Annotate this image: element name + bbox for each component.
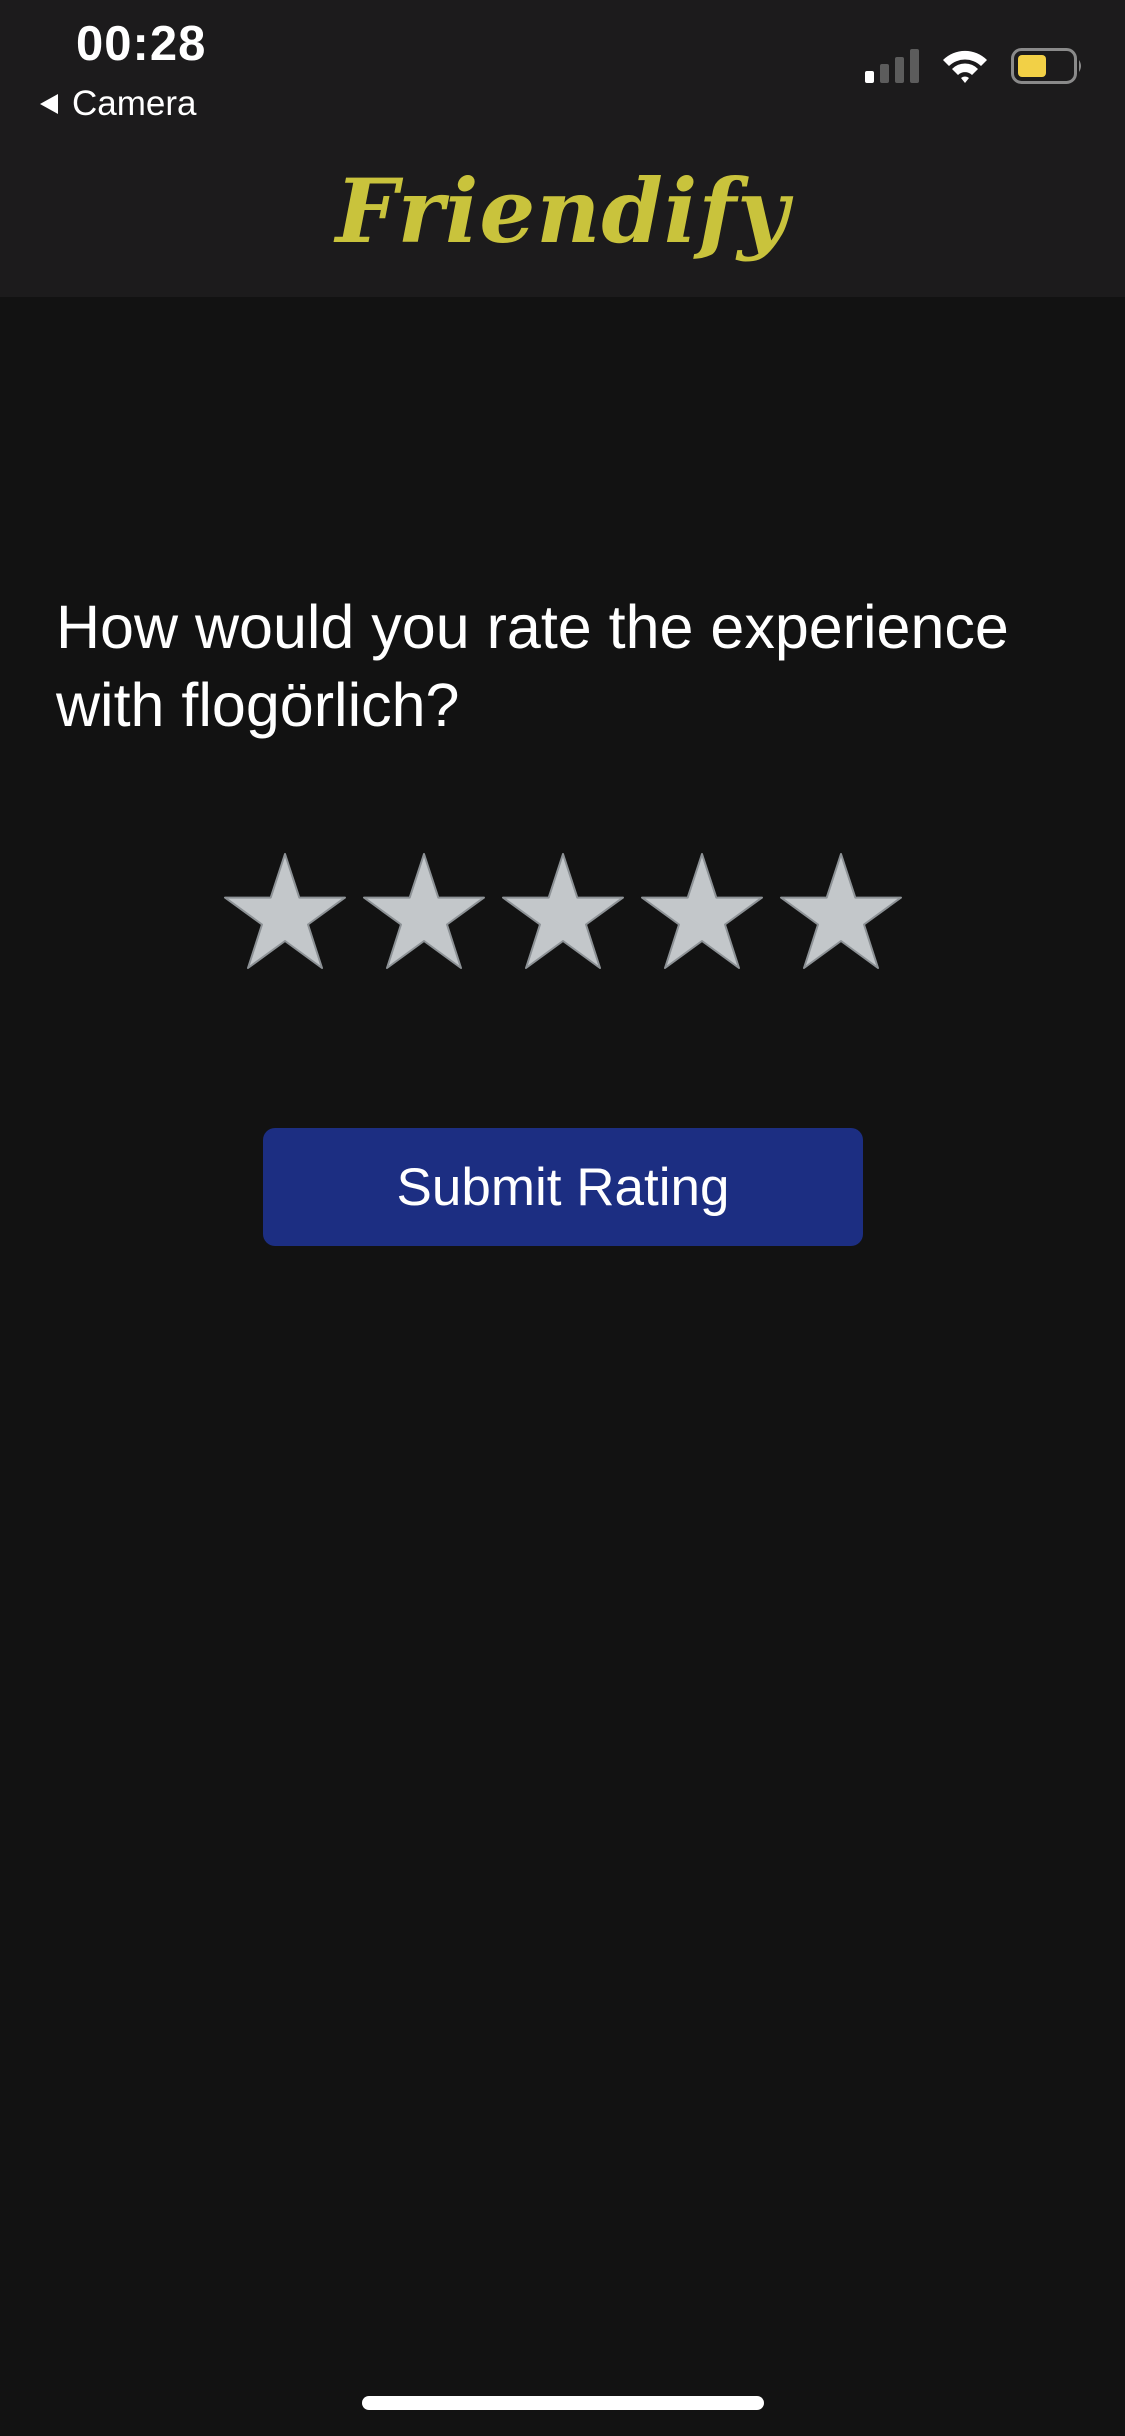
status-time: 00:28 bbox=[76, 17, 207, 71]
back-triangle-icon bbox=[40, 94, 58, 114]
friendify-logo: Friendify bbox=[335, 159, 790, 263]
star-1[interactable] bbox=[222, 850, 348, 974]
rating-question: How would you rate the experience with f… bbox=[56, 593, 1009, 739]
status-icons bbox=[865, 48, 1083, 84]
star-icon bbox=[502, 853, 624, 969]
star-icon bbox=[224, 853, 346, 969]
star-icon bbox=[641, 853, 763, 969]
back-to-camera-link[interactable]: Camera bbox=[38, 80, 196, 128]
star-2[interactable] bbox=[361, 850, 487, 974]
top-bar: 00:28 Camera Friendify bbox=[0, 0, 1125, 297]
wifi-icon bbox=[943, 50, 987, 83]
star-5[interactable] bbox=[778, 850, 904, 974]
battery-icon bbox=[1011, 48, 1081, 84]
signal-icon bbox=[865, 49, 919, 83]
star-4[interactable] bbox=[639, 850, 765, 974]
star-rating bbox=[222, 850, 904, 974]
home-indicator[interactable] bbox=[362, 2396, 764, 2410]
star-icon bbox=[363, 853, 485, 969]
submit-rating-button[interactable]: Submit Rating bbox=[263, 1128, 863, 1246]
star-icon bbox=[780, 853, 902, 969]
back-link-label: Camera bbox=[72, 84, 197, 123]
star-3[interactable] bbox=[500, 850, 626, 974]
